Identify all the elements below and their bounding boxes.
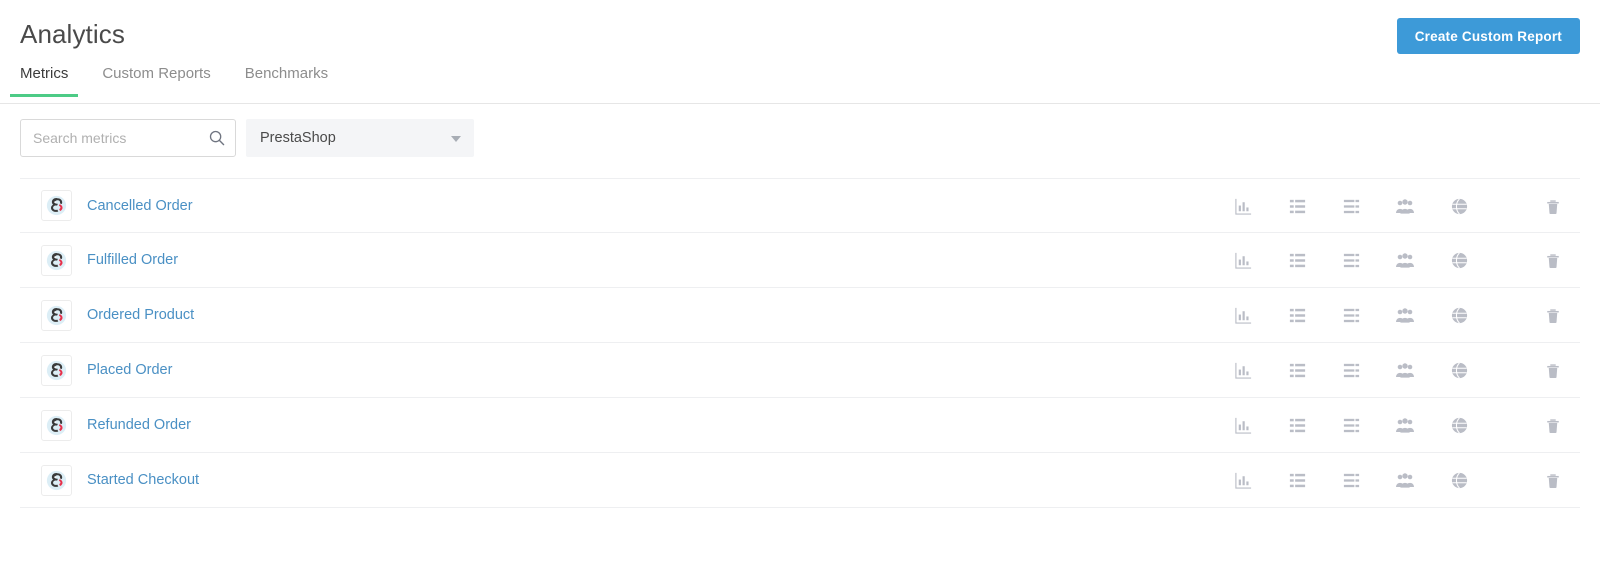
page-header: Analytics Create Custom Report xyxy=(0,0,1600,62)
metric-row-left: Placed Order xyxy=(20,354,172,386)
grid-table-icon[interactable] xyxy=(1270,398,1324,453)
filter-bar: PrestaShop xyxy=(20,119,474,157)
grid-table-icon[interactable] xyxy=(1270,179,1324,234)
globe-icon[interactable] xyxy=(1432,233,1486,288)
prestashop-logo-icon xyxy=(41,409,72,441)
tab-bar: Metrics Custom Reports Benchmarks xyxy=(0,62,1600,104)
table-row[interactable]: Placed Order xyxy=(20,343,1580,398)
tab-benchmarks[interactable]: Benchmarks xyxy=(245,62,328,96)
bar-chart-icon[interactable] xyxy=(1216,398,1270,453)
bar-chart-icon[interactable] xyxy=(1216,288,1270,343)
metric-row-left: Fulfilled Order xyxy=(20,244,178,276)
globe-icon[interactable] xyxy=(1432,179,1486,234)
trash-icon[interactable] xyxy=(1526,233,1580,288)
metric-row-left: Started Checkout xyxy=(20,464,199,496)
list-rows-icon[interactable] xyxy=(1324,453,1378,508)
bar-chart-icon[interactable] xyxy=(1216,343,1270,398)
app-select[interactable]: PrestaShop xyxy=(246,119,474,157)
metrics-list: Cancelled Order Fulfilled Order Ordered … xyxy=(20,178,1580,508)
metric-name-link[interactable]: Refunded Order xyxy=(87,417,191,433)
tab-metrics-label: Metrics xyxy=(20,65,69,82)
row-actions xyxy=(1216,288,1580,343)
prestashop-logo-icon xyxy=(41,190,72,221)
people-group-icon[interactable] xyxy=(1378,233,1432,288)
tab-custom-reports[interactable]: Custom Reports xyxy=(102,62,210,96)
grid-table-icon[interactable] xyxy=(1270,288,1324,343)
app-select-value: PrestaShop xyxy=(260,130,336,146)
list-rows-icon[interactable] xyxy=(1324,179,1378,234)
metric-row-left: Cancelled Order xyxy=(20,190,193,221)
row-actions xyxy=(1216,233,1580,288)
row-actions xyxy=(1216,343,1580,398)
prestashop-logo-icon xyxy=(41,244,72,276)
globe-icon[interactable] xyxy=(1432,398,1486,453)
metric-row-left: Refunded Order xyxy=(20,409,191,441)
metric-name-link[interactable]: Fulfilled Order xyxy=(87,252,178,268)
people-group-icon[interactable] xyxy=(1378,343,1432,398)
table-row[interactable]: Refunded Order xyxy=(20,398,1580,453)
people-group-icon[interactable] xyxy=(1378,288,1432,343)
list-rows-icon[interactable] xyxy=(1324,343,1378,398)
row-actions xyxy=(1216,179,1580,234)
row-actions xyxy=(1216,398,1580,453)
create-custom-report-button[interactable]: Create Custom Report xyxy=(1396,18,1580,54)
row-actions xyxy=(1216,453,1580,508)
prestashop-logo-icon xyxy=(41,299,72,331)
people-group-icon[interactable] xyxy=(1378,179,1432,234)
bar-chart-icon[interactable] xyxy=(1216,453,1270,508)
tab-metrics[interactable]: Metrics xyxy=(9,62,79,97)
analytics-page: Analytics Create Custom Report Metrics C… xyxy=(0,0,1600,572)
grid-table-icon[interactable] xyxy=(1270,453,1324,508)
list-rows-icon[interactable] xyxy=(1324,398,1378,453)
trash-icon[interactable] xyxy=(1526,398,1580,453)
metric-name-link[interactable]: Started Checkout xyxy=(87,472,199,488)
page-title: Analytics xyxy=(20,19,125,49)
grid-table-icon[interactable] xyxy=(1270,343,1324,398)
tab-benchmarks-label: Benchmarks xyxy=(244,65,329,82)
bar-chart-icon[interactable] xyxy=(1216,233,1270,288)
globe-icon[interactable] xyxy=(1432,453,1486,508)
prestashop-logo-icon xyxy=(41,354,72,386)
globe-icon[interactable] xyxy=(1432,288,1486,343)
trash-icon[interactable] xyxy=(1526,288,1580,343)
trash-icon[interactable] xyxy=(1526,453,1580,508)
table-row[interactable]: Cancelled Order xyxy=(20,178,1580,233)
people-group-icon[interactable] xyxy=(1378,453,1432,508)
list-rows-icon[interactable] xyxy=(1324,288,1378,343)
prestashop-logo-icon xyxy=(41,464,72,496)
table-row[interactable]: Ordered Product xyxy=(20,288,1580,343)
trash-icon[interactable] xyxy=(1526,343,1580,398)
chevron-down-icon xyxy=(451,136,461,142)
metric-row-left: Ordered Product xyxy=(20,299,194,331)
trash-icon[interactable] xyxy=(1526,179,1580,234)
people-group-icon[interactable] xyxy=(1378,398,1432,453)
table-row[interactable]: Started Checkout xyxy=(20,453,1580,508)
tab-custom-reports-label: Custom Reports xyxy=(102,65,211,82)
metric-name-link[interactable]: Placed Order xyxy=(87,362,172,378)
table-row[interactable]: Fulfilled Order xyxy=(20,233,1580,288)
bar-chart-icon[interactable] xyxy=(1216,179,1270,234)
search-input[interactable] xyxy=(21,120,235,156)
list-rows-icon[interactable] xyxy=(1324,233,1378,288)
globe-icon[interactable] xyxy=(1432,343,1486,398)
grid-table-icon[interactable] xyxy=(1270,233,1324,288)
metric-name-link[interactable]: Ordered Product xyxy=(87,307,194,323)
search-metrics-box[interactable] xyxy=(20,119,236,157)
metric-name-link[interactable]: Cancelled Order xyxy=(87,198,193,214)
